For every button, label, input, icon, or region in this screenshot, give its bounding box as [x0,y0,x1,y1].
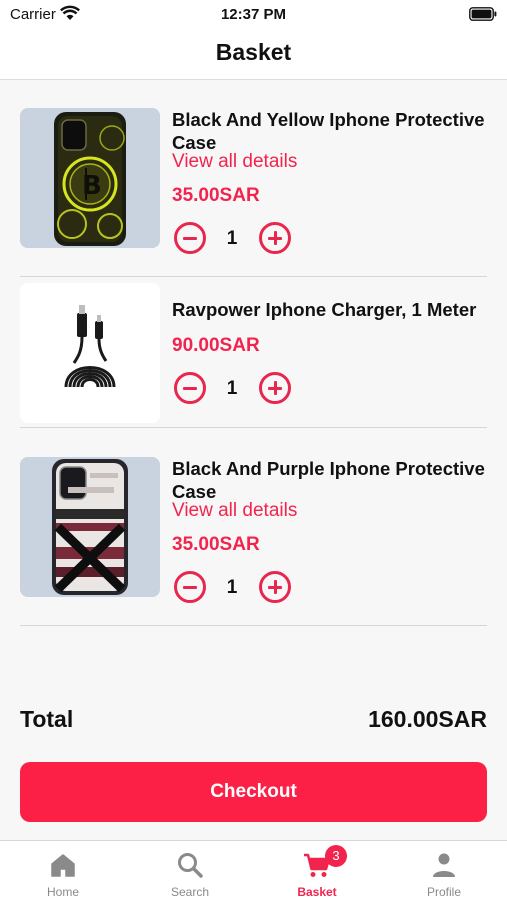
view-details-link[interactable]: View all details [172,500,297,522]
search-icon [178,853,203,878]
item-price: 90.00SAR [172,335,260,356]
increase-quantity-button[interactable] [259,372,291,404]
cart-count-badge: 3 [325,845,347,867]
item-price: 35.00SAR [172,185,260,206]
divider [20,276,487,277]
status-bar: Carrier 12:37 PM [0,0,507,30]
phone-case-stripes-image[interactable] [20,457,160,597]
item-price: 35.00SAR [172,534,260,555]
checkout-button[interactable]: Checkout [20,762,487,822]
total-value: 160.00SAR [368,706,487,732]
tab-label: Search [170,885,210,899]
quantity-value: 1 [226,228,238,249]
person-icon [433,853,455,877]
decrease-quantity-button[interactable] [174,372,206,404]
tab-home[interactable]: Home [0,841,126,900]
battery-icon [469,7,497,21]
quantity-value: 1 [226,577,238,598]
page-title: Basket [215,39,292,65]
status-time: 12:37 PM [220,6,287,23]
quantity-value: 1 [226,378,238,399]
nav-bar: Basket [0,30,507,80]
increase-quantity-button[interactable] [259,222,291,254]
svg-text:B: B [82,171,102,201]
total-label: Total [20,706,74,732]
usb-charger-cable-image[interactable] [20,283,160,423]
tab-profile[interactable]: Profile [381,841,507,900]
decrease-quantity-button[interactable] [174,222,206,254]
tab-basket[interactable]: 3 Basket [254,841,380,900]
increase-quantity-button[interactable] [259,571,291,603]
tab-label: Home [46,885,79,899]
view-details-link[interactable]: View all details [172,151,297,173]
item-title: Black And Purple Iphone Protective Case [172,458,485,502]
tab-label: Profile [426,885,461,899]
phone-case-bitcoin-image[interactable]: B [20,108,160,248]
tab-bar: Home Search 3 Basket Profile [0,840,507,900]
item-title: Ravpower Iphone Charger, 1 Meter [172,299,477,320]
basket-item: Black And Purple Iphone Protective Case … [20,457,487,607]
decrease-quantity-button[interactable] [174,571,206,603]
basket-item: Ravpower Iphone Charger, 1 Meter 90.00SA… [20,283,487,423]
tab-search[interactable]: Search [127,841,253,900]
divider [20,625,487,626]
divider [20,427,487,428]
basket-item: B Black And Yellow Iphone Protective Cas… [20,108,487,258]
tab-label: Basket [297,885,337,899]
home-icon [51,854,75,877]
item-title: Black And Yellow Iphone Protective Case [172,109,485,153]
